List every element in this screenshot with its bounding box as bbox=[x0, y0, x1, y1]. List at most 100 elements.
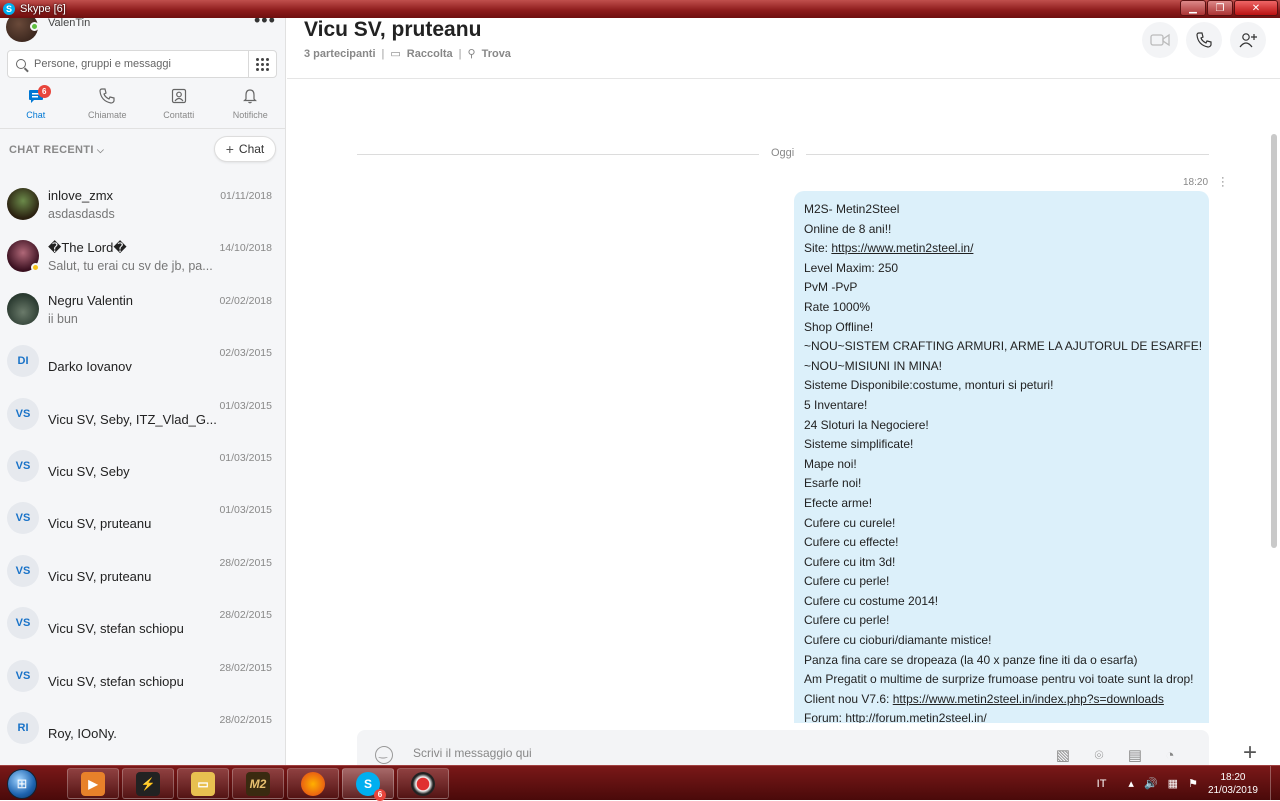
avatar: DI bbox=[7, 345, 39, 378]
message-line: Efecte arme! bbox=[804, 495, 873, 510]
message-link[interactable]: https://www.metin2steel.in/index.php?s=d… bbox=[893, 692, 1164, 706]
list-item[interactable]: VS Vicu SV, pruteanu 28/02/2015 bbox=[0, 543, 285, 595]
message-line: 5 Inventare! bbox=[804, 397, 868, 412]
maximize-button[interactable]: ❐ bbox=[1207, 0, 1233, 16]
minimize-button[interactable]: ▁ bbox=[1180, 0, 1206, 16]
volume-icon[interactable]: 🔊 bbox=[1144, 777, 1158, 790]
chat-preview: ii bun bbox=[48, 311, 78, 326]
language-indicator[interactable]: IT bbox=[1097, 778, 1107, 790]
location-pin-icon[interactable]: ⌾ bbox=[1089, 745, 1109, 765]
divider bbox=[0, 128, 285, 129]
poll-icon[interactable]: ◔ bbox=[1160, 745, 1180, 765]
show-desktop-button[interactable] bbox=[1270, 766, 1280, 801]
list-item[interactable]: VS Vicu SV, stefan schiopu 28/02/2015 bbox=[0, 595, 285, 647]
chat-preview: Salut, tu erai cu sv de jb, pa... bbox=[48, 259, 213, 274]
conversation-title[interactable]: Vicu SV, pruteanu bbox=[304, 18, 481, 42]
clock-date: 21/03/2019 bbox=[1207, 784, 1258, 796]
contact-card-icon[interactable]: ▤ bbox=[1125, 745, 1145, 765]
list-item[interactable]: inlove_zmx asdasdasds 01/11/2018 bbox=[0, 176, 285, 228]
divider bbox=[287, 78, 1280, 79]
message-link[interactable]: https://www.metin2steel.in/ bbox=[831, 241, 973, 255]
dialpad-icon[interactable] bbox=[248, 51, 276, 77]
taskbar-skype[interactable]: S 6 bbox=[342, 768, 394, 801]
skype-icon: S 6 bbox=[356, 771, 386, 801]
chat-name: Vicu SV, stefan schiopu bbox=[48, 673, 184, 689]
message-line: Rate 1000% bbox=[804, 299, 871, 314]
firefox-icon bbox=[301, 771, 325, 796]
tab-chat[interactable]: 6 Chat bbox=[0, 85, 72, 124]
message-bubble[interactable]: M2S- Metin2Steel Online de 8 ani!! Site:… bbox=[794, 191, 1209, 723]
avatar bbox=[7, 292, 39, 325]
start-button[interactable]: ⊞ bbox=[2, 766, 42, 801]
more-options-icon[interactable]: ••• bbox=[254, 18, 276, 31]
list-item[interactable]: �The Lord� Salut, tu erai cu sv de jb, p… bbox=[0, 228, 285, 280]
emoji-icon[interactable] bbox=[375, 746, 393, 764]
avatar bbox=[7, 188, 39, 220]
message-line: Sisteme simplificate! bbox=[804, 437, 914, 452]
network-icon[interactable]: ▦ bbox=[1168, 777, 1178, 790]
chat-date: 01/03/2015 bbox=[219, 504, 272, 517]
media-gallery-icon[interactable]: ▧ bbox=[1053, 745, 1073, 765]
profile-name[interactable]: ValenTin bbox=[48, 18, 90, 29]
bell-icon bbox=[243, 89, 258, 104]
taskbar-recorder[interactable] bbox=[397, 768, 449, 799]
message-line: Cufere cu effecte! bbox=[804, 535, 899, 550]
video-call-button[interactable] bbox=[1142, 22, 1178, 58]
list-item[interactable]: VS Vicu SV, pruteanu 01/03/2015 bbox=[0, 490, 285, 542]
list-item[interactable]: DI Darko Iovanov 02/03/2015 bbox=[0, 333, 285, 385]
search-box bbox=[7, 50, 277, 78]
skype-badge: 6 bbox=[374, 788, 386, 801]
avatar: VS bbox=[7, 554, 39, 587]
message-line: Am Pregatit o multime de surprize frumoa… bbox=[804, 672, 1194, 687]
message-line: ~NOU~SISTEM CRAFTING ARMURI, ARME LA AJU… bbox=[804, 339, 1203, 354]
search-input[interactable] bbox=[34, 58, 234, 70]
profile-avatar[interactable] bbox=[6, 18, 40, 42]
tab-notifications[interactable]: Notifiche bbox=[215, 86, 286, 124]
recent-chats-dropdown[interactable]: CHAT RECENTI ⌵ bbox=[9, 144, 104, 156]
message-input[interactable] bbox=[413, 746, 1013, 760]
message-line: Sisteme Disponibile:costume, monturi si … bbox=[804, 378, 1054, 393]
find-link[interactable]: Trova bbox=[482, 48, 511, 60]
add-participant-button[interactable] bbox=[1230, 22, 1266, 58]
skype-logo-icon: S bbox=[3, 3, 15, 15]
scrollbar[interactable] bbox=[1271, 134, 1277, 548]
taskbar-media-player[interactable]: ▶ bbox=[67, 768, 119, 799]
window-title: Skype [6] bbox=[20, 3, 66, 15]
taskbar-explorer[interactable]: ▭ bbox=[177, 768, 229, 799]
message-options-icon[interactable]: · · · bbox=[1221, 173, 1225, 192]
gallery-link[interactable]: Raccolta bbox=[407, 48, 453, 60]
new-chat-button[interactable]: + Chat bbox=[214, 136, 276, 162]
plus-icon: + bbox=[225, 141, 234, 157]
message-line: PvM -PvP bbox=[804, 280, 858, 295]
avatar: VS bbox=[7, 502, 39, 535]
chat-list: inlove_zmx asdasdasds 01/11/2018 �The Lo… bbox=[0, 176, 285, 752]
taskbar-app[interactable]: ⚡ bbox=[122, 768, 174, 799]
list-item[interactable]: VS Vicu SV, stefan schiopu 28/02/2015 bbox=[0, 648, 285, 700]
chat-date: 01/03/2015 bbox=[219, 399, 272, 412]
clock[interactable]: 18:20 21/03/2019 bbox=[1208, 771, 1258, 797]
action-center-icon[interactable]: ⚑ bbox=[1188, 777, 1198, 790]
window-titlebar: S Skype [6] ▁ ❐ ✕ bbox=[0, 0, 1280, 18]
list-item[interactable]: Negru Valentin ii bun 02/02/2018 bbox=[0, 281, 285, 333]
day-label: Oggi bbox=[759, 147, 807, 159]
participants-link[interactable]: 3 partecipanti bbox=[304, 48, 376, 60]
avatar: VS bbox=[7, 659, 39, 692]
tray-chevron-icon[interactable]: ▴ bbox=[1128, 777, 1134, 790]
tab-calls[interactable]: Chiamate bbox=[72, 86, 144, 124]
taskbar-firefox[interactable] bbox=[287, 768, 339, 799]
unread-badge: 6 bbox=[37, 85, 51, 98]
metin2-icon: M2 bbox=[246, 771, 270, 796]
tab-contacts[interactable]: Contatti bbox=[143, 86, 215, 124]
message-line: Mape noi! bbox=[804, 456, 857, 471]
chat-name: Vicu SV, stefan schiopu bbox=[48, 621, 184, 637]
chat-name: Vicu SV, Seby bbox=[48, 463, 130, 479]
list-item[interactable]: VS Vicu SV, Seby 01/03/2015 bbox=[0, 438, 285, 490]
taskbar-metin2[interactable]: M2 bbox=[232, 768, 284, 799]
list-item[interactable]: RI Roy, IOoNy. 28/02/2015 bbox=[0, 700, 285, 752]
audio-call-button[interactable] bbox=[1186, 22, 1222, 58]
list-item[interactable]: VS Vicu SV, Seby, ITZ_Vlad_G... 01/03/20… bbox=[0, 386, 285, 438]
close-button[interactable]: ✕ bbox=[1234, 0, 1278, 16]
chat-date: 28/02/2015 bbox=[219, 713, 272, 726]
video-camera-icon bbox=[1150, 33, 1170, 47]
message-line: Panza fina care se dropeaza (la 40 x pan… bbox=[804, 652, 1138, 667]
